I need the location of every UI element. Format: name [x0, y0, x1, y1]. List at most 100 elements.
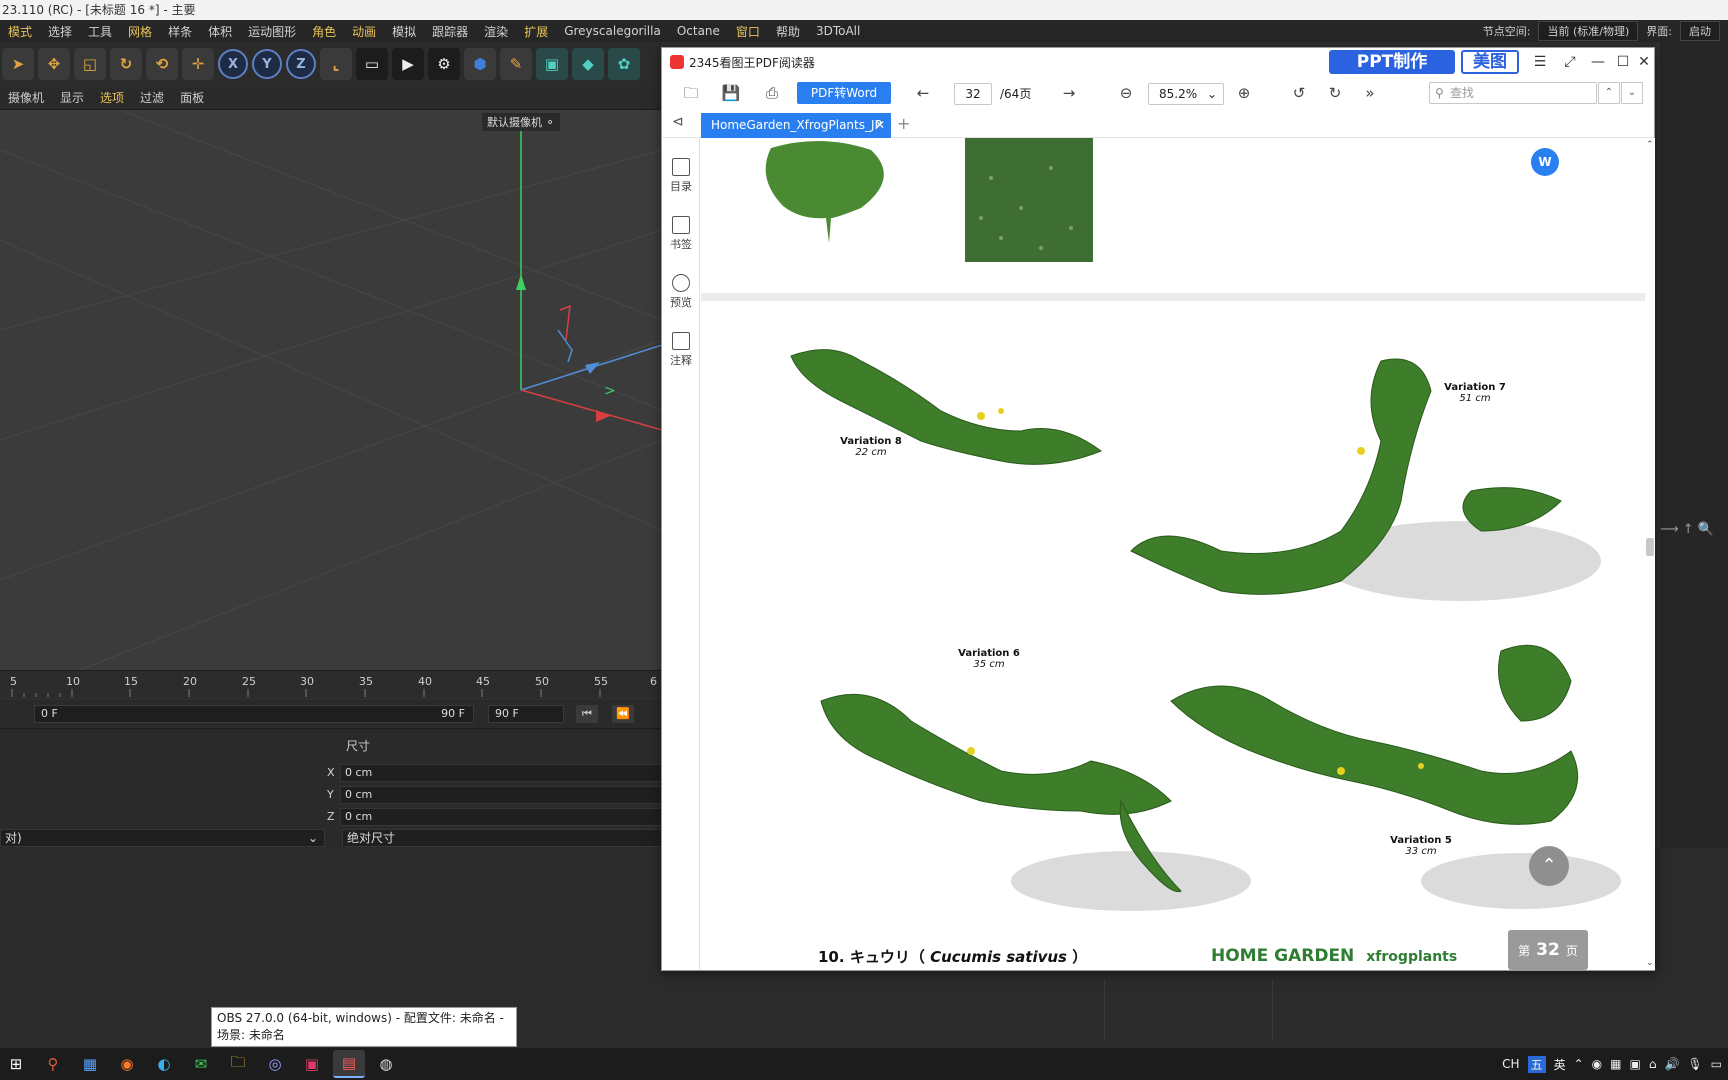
- scrollbar-thumb[interactable]: [1646, 538, 1654, 556]
- menu-volume[interactable]: 体积: [200, 23, 240, 40]
- menu-mograph[interactable]: 运动图形: [240, 23, 304, 40]
- tray-expand-icon[interactable]: ⌃: [1574, 1057, 1584, 1071]
- menu-render[interactable]: 渲染: [476, 23, 516, 40]
- cinema4d-icon[interactable]: ◎: [259, 1050, 291, 1078]
- menu-tracker[interactable]: 跟踪器: [424, 23, 476, 40]
- menu-mesh[interactable]: 网格: [120, 23, 160, 40]
- pen-icon[interactable]: ✎: [500, 48, 532, 80]
- collapse-sidebar-icon[interactable]: ⊲: [672, 114, 684, 130]
- network-icon[interactable]: ⌂: [1649, 1057, 1657, 1071]
- notification-icon[interactable]: ▭: [1711, 1057, 1722, 1071]
- search-input[interactable]: ⚲ 查找: [1429, 82, 1597, 104]
- file-explorer-icon[interactable]: 🗀: [222, 1050, 254, 1078]
- viewport-menu-filter[interactable]: 过滤: [132, 89, 172, 106]
- z-axis-lock-icon[interactable]: Z: [286, 49, 316, 79]
- search-icon[interactable]: ⚲: [37, 1050, 69, 1078]
- page-number-input[interactable]: 32: [954, 83, 992, 105]
- viewport-menu-camera[interactable]: 摄像机: [0, 89, 52, 106]
- rotate-tool-icon[interactable]: ↻: [110, 48, 142, 80]
- office-app-icon[interactable]: ▦: [74, 1050, 106, 1078]
- next-page-icon[interactable]: →: [1058, 83, 1080, 103]
- menu-icon[interactable]: ☰: [1529, 52, 1551, 72]
- firefox-icon[interactable]: ◉: [111, 1050, 143, 1078]
- scroll-down-icon[interactable]: ⌄: [1646, 958, 1654, 968]
- zoom-out-icon[interactable]: ⊖: [1115, 83, 1137, 103]
- y-axis-lock-icon[interactable]: Y: [252, 49, 282, 79]
- more-icon[interactable]: »: [1359, 83, 1381, 103]
- search-prev-icon[interactable]: ⌃: [1598, 82, 1620, 104]
- search-next-icon[interactable]: ⌄: [1621, 82, 1643, 104]
- menu-select[interactable]: 选择: [40, 23, 80, 40]
- size-mode-select[interactable]: 绝对尺寸: [342, 829, 662, 847]
- save-icon[interactable]: 💾: [720, 83, 742, 103]
- fullscreen-icon[interactable]: ⤢: [1559, 52, 1581, 72]
- word-float-icon[interactable]: W: [1531, 148, 1559, 176]
- render-settings-icon[interactable]: ⚙: [428, 48, 460, 80]
- interface-select[interactable]: 启动: [1680, 21, 1720, 41]
- psr-tool-icon[interactable]: ⟲: [146, 48, 178, 80]
- edge-icon[interactable]: ◐: [148, 1050, 180, 1078]
- coordinate-system-icon[interactable]: ⌞: [320, 48, 352, 80]
- viewport-menu-panel[interactable]: 面板: [172, 89, 212, 106]
- app-2345-icon[interactable]: ▣: [296, 1050, 328, 1078]
- microphone-icon[interactable]: 🎙: [1687, 1057, 1702, 1071]
- transform-tool-icon[interactable]: ✛: [182, 48, 214, 80]
- menu-animate[interactable]: 动画: [344, 23, 384, 40]
- zoom-in-icon[interactable]: ⊕: [1233, 83, 1255, 103]
- language-indicator[interactable]: CH: [1502, 1057, 1519, 1071]
- pdf-document-view[interactable]: Variation 8 22 cm Variation 7 51 cm Vari…: [701, 138, 1645, 970]
- scroll-up-icon[interactable]: ⌃: [1646, 140, 1654, 150]
- frame-end-field[interactable]: 90 F: [488, 705, 564, 723]
- render-view-icon[interactable]: ▶: [392, 48, 424, 80]
- menu-tools[interactable]: 工具: [80, 23, 120, 40]
- ppt-make-button[interactable]: PPT制作: [1329, 50, 1455, 74]
- pdf-to-word-button[interactable]: PDF转Word: [797, 82, 891, 104]
- tab-homegarden[interactable]: HomeGarden_XfrogPlants_JP ✕: [701, 113, 891, 138]
- extrude-icon[interactable]: ◆: [572, 48, 604, 80]
- pdf-scrollbar[interactable]: ⌃ ⌄: [1645, 138, 1655, 970]
- scale-tool-icon[interactable]: ◱: [74, 48, 106, 80]
- tray-grid-icon[interactable]: ▦: [1610, 1057, 1621, 1071]
- viewport-menu-display[interactable]: 显示: [52, 89, 92, 106]
- move-tool-icon[interactable]: ✥: [38, 48, 70, 80]
- size-x-field[interactable]: 0 cm: [340, 764, 662, 782]
- menu-extensions[interactable]: 扩展: [516, 23, 556, 40]
- cloner-icon[interactable]: ✿: [608, 48, 640, 80]
- sidebar-item-annotations[interactable]: 注释: [662, 332, 700, 368]
- menu-simulate[interactable]: 模拟: [384, 23, 424, 40]
- coord-mode-select[interactable]: 对) ⌄: [0, 829, 325, 847]
- render-region-icon[interactable]: ▭: [356, 48, 388, 80]
- sidebar-item-toc[interactable]: 目录: [662, 158, 700, 194]
- x-axis-lock-icon[interactable]: X: [218, 49, 248, 79]
- prev-page-icon[interactable]: ←: [912, 83, 934, 103]
- volume-icon[interactable]: 🔊: [1664, 1057, 1679, 1071]
- print-icon[interactable]: ⎙: [761, 83, 783, 103]
- menu-window[interactable]: 窗口: [728, 23, 768, 40]
- tray-app-icon[interactable]: ◉: [1592, 1057, 1602, 1071]
- cube-icon[interactable]: ⬢: [464, 48, 496, 80]
- ime-wubi-indicator[interactable]: 五: [1527, 1055, 1546, 1073]
- close-icon[interactable]: ✕: [1633, 52, 1655, 72]
- size-z-field[interactable]: 0 cm: [340, 808, 662, 826]
- rotate-right-icon[interactable]: ↻: [1324, 83, 1346, 103]
- menu-spline[interactable]: 样条: [160, 23, 200, 40]
- 3d-viewport[interactable]: > 默认摄像机 ⚬: [0, 110, 662, 670]
- meitu-button[interactable]: 美图: [1461, 50, 1519, 74]
- pdf-reader-taskbar-icon[interactable]: ▤: [333, 1050, 365, 1078]
- rotate-left-icon[interactable]: ↺: [1288, 83, 1310, 103]
- timeline-ruler[interactable]: 5 10 15 20 25 30 35 40 45 50 55 6: [0, 670, 662, 698]
- viewport-menu-options[interactable]: 选项: [92, 89, 132, 106]
- prev-key-icon[interactable]: ⏪: [612, 705, 634, 723]
- new-tab-icon[interactable]: +: [897, 114, 910, 133]
- default-camera-label[interactable]: 默认摄像机 ⚬: [482, 113, 560, 131]
- node-space-select[interactable]: 当前 (标准/物理): [1538, 21, 1639, 41]
- frame-range-slider[interactable]: 0 F 90 F: [34, 705, 474, 723]
- go-to-start-icon[interactable]: ⏮: [576, 705, 598, 723]
- menu-character[interactable]: 角色: [304, 23, 344, 40]
- menu-3dtoall[interactable]: 3DToAll: [808, 24, 868, 38]
- select-tool-icon[interactable]: ➤: [2, 48, 34, 80]
- tray-app2-icon[interactable]: ▣: [1630, 1057, 1641, 1071]
- ime-english-indicator[interactable]: 英: [1554, 1056, 1566, 1073]
- panel-arrow-icon[interactable]: ⟶ ↑ 🔍: [1660, 522, 1714, 537]
- scroll-to-top-icon[interactable]: ⌃: [1529, 846, 1569, 886]
